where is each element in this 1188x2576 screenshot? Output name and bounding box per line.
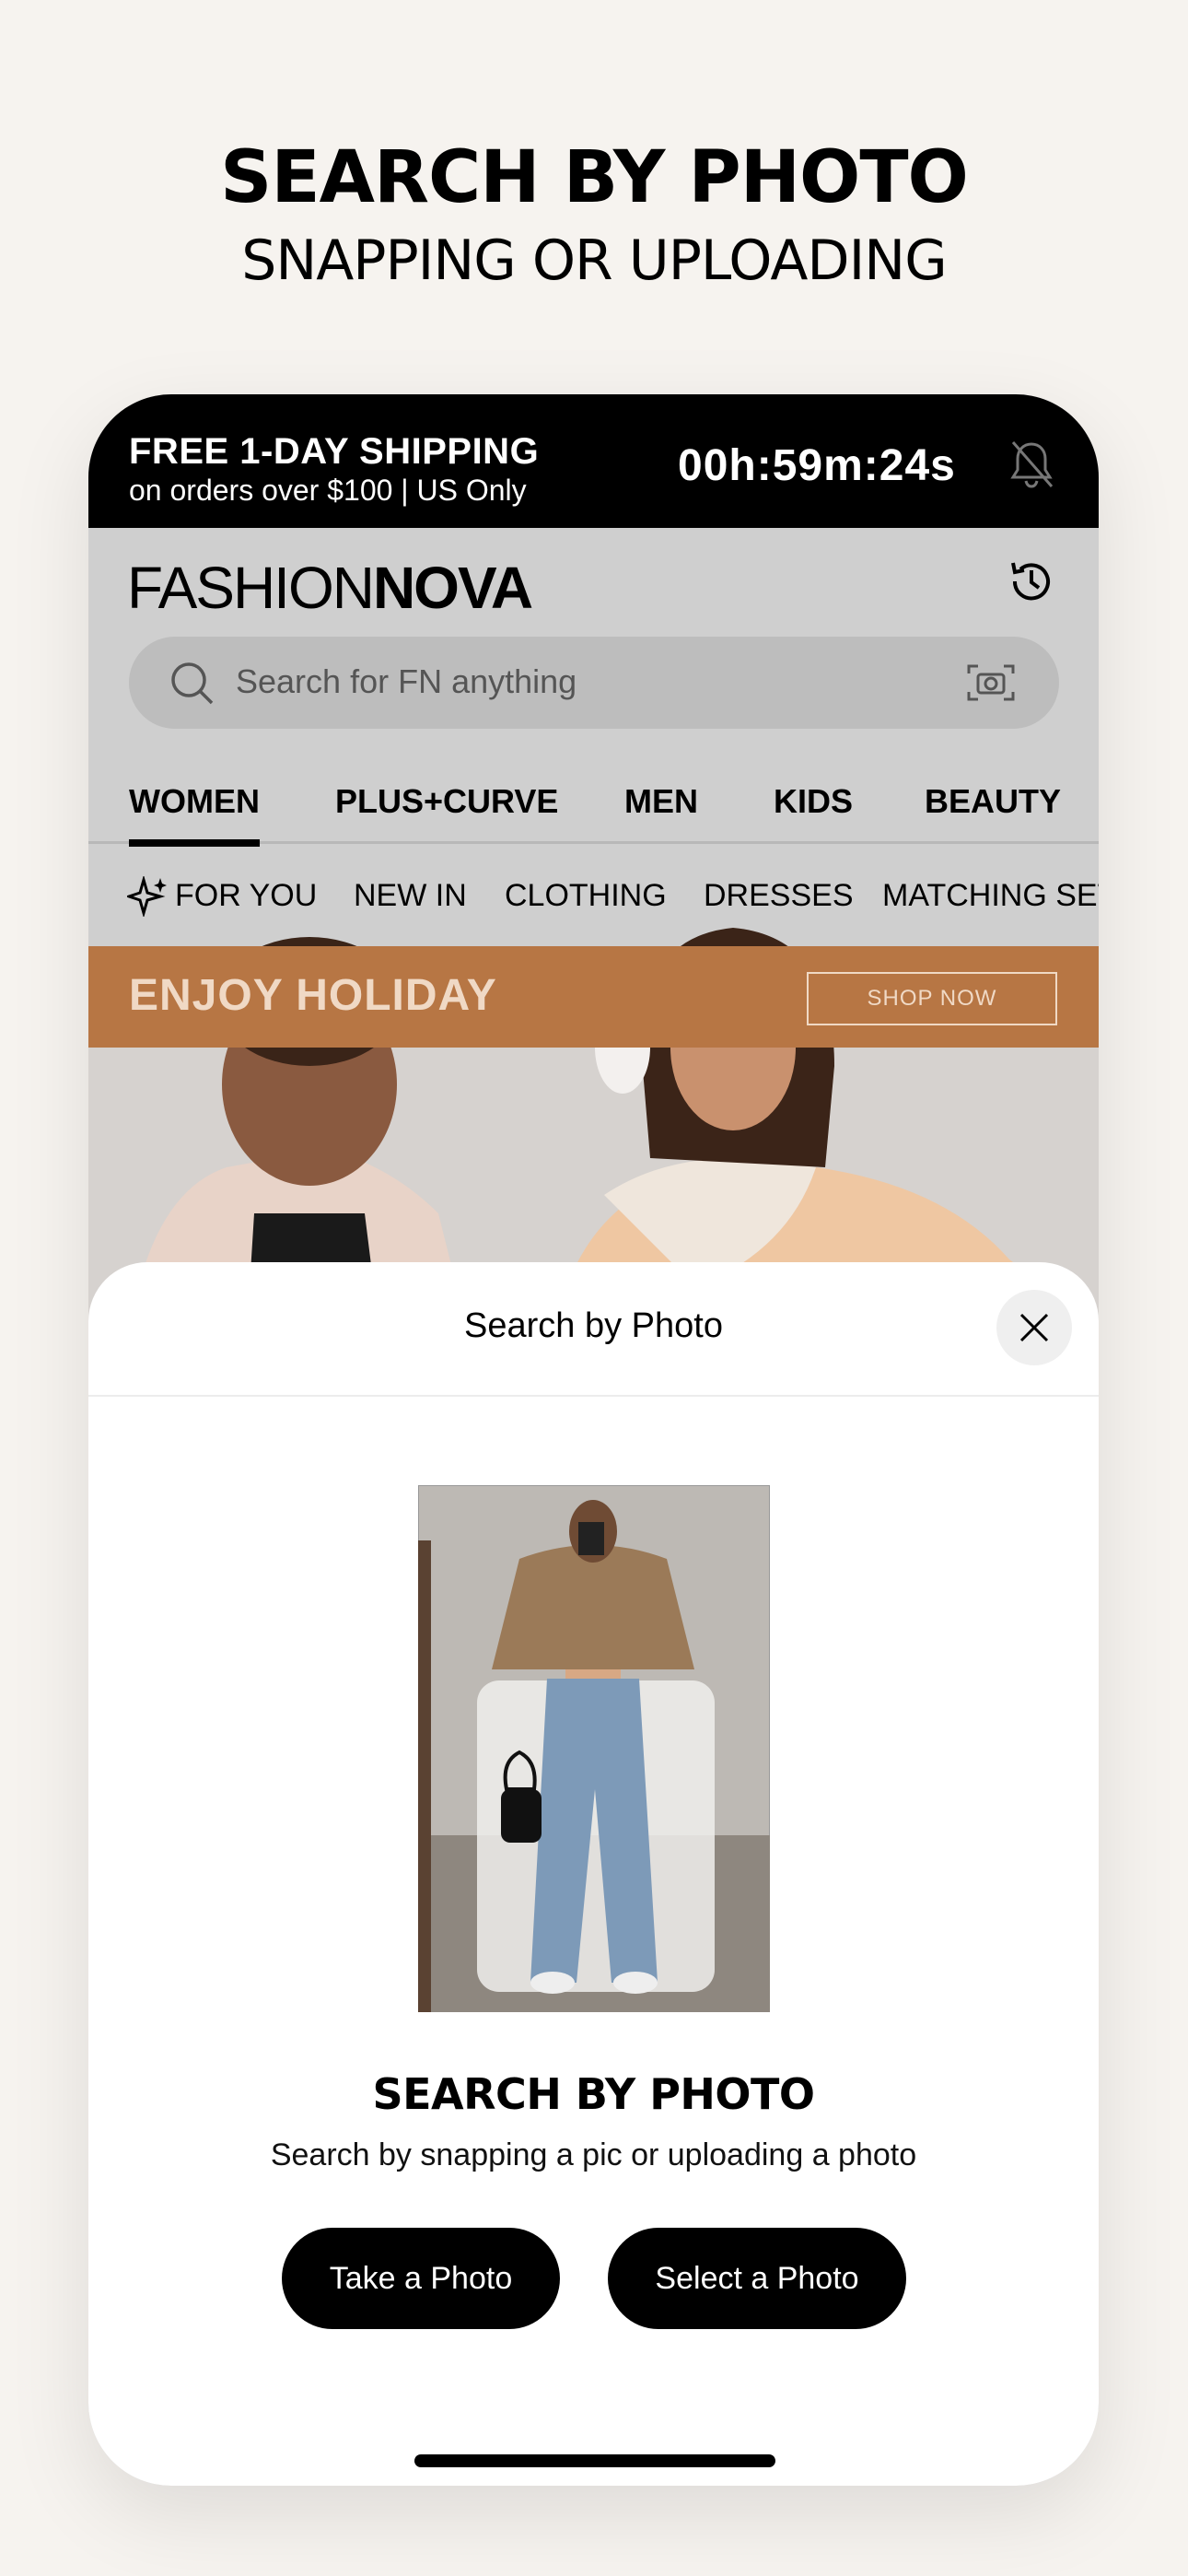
promo-subtitle: on orders over $100 | US Only [129, 474, 527, 507]
subnav-clothing[interactable]: CLOTHING [505, 878, 667, 914]
app-header: FASHIONNOVA Search for FN anything WOMEN… [88, 528, 1099, 1361]
subnav-new-in[interactable]: NEW IN [354, 878, 467, 914]
promo-bar[interactable]: FREE 1-DAY SHIPPING on orders over $100 … [88, 394, 1099, 528]
history-icon[interactable] [1006, 556, 1057, 607]
phone-frame: FREE 1-DAY SHIPPING on orders over $100 … [88, 394, 1099, 2486]
countdown-timer: 00h:59m:24s [678, 441, 956, 490]
close-button[interactable] [996, 1290, 1072, 1365]
home-indicator[interactable] [414, 2454, 775, 2467]
sample-photo-image [418, 1485, 770, 2012]
logo-bold: NOVA [372, 555, 533, 621]
search-icon [171, 662, 214, 705]
tab-beauty[interactable]: BEAUTY [925, 782, 1061, 821]
tab-plus-curve[interactable]: PLUS+CURVE [335, 782, 558, 821]
select-photo-button[interactable]: Select a Photo [608, 2228, 906, 2329]
logo-thin: FASHION [127, 555, 375, 621]
search-bar[interactable]: Search for FN anything [129, 637, 1059, 729]
fashion-nova-logo[interactable]: FASHIONNOVA [127, 554, 533, 622]
subnav-dresses[interactable]: DRESSES [704, 878, 854, 914]
sheet-title: Search by Photo [464, 1306, 723, 1345]
sheet-divider [88, 1395, 1099, 1397]
hero-title: SEARCH BY PHOTO [220, 136, 969, 219]
promo-title: FREE 1-DAY SHIPPING [129, 431, 540, 472]
bell-off-icon[interactable] [1007, 439, 1055, 490]
promo-banner[interactable]: ENJOY HOLIDAY SHOP NOW [88, 946, 1099, 1048]
tab-kids[interactable]: KIDS [774, 782, 853, 821]
tab-women[interactable]: WOMEN [129, 782, 260, 847]
search-input[interactable]: Search for FN anything [236, 662, 577, 701]
sub-navigation: FOR YOU NEW IN CLOTHING DRESSES MATCHING… [88, 860, 1099, 933]
shop-now-button[interactable]: SHOP NOW [807, 972, 1057, 1025]
take-photo-button[interactable]: Take a Photo [282, 2228, 560, 2329]
hero-subtitle: SNAPPING OR UPLOADING [241, 228, 947, 293]
sparkle-icon [127, 876, 167, 917]
category-tabs: WOMEN PLUS+CURVE MEN KIDS BEAUTY [88, 766, 1099, 847]
subnav-for-you[interactable]: FOR YOU [175, 878, 317, 914]
banner-text: ENJOY HOLIDAY [129, 971, 497, 1020]
search-by-photo-sheet: Search by Photo SEARCH BY PHOTO Search b… [88, 1262, 1099, 2486]
sheet-heading: SEARCH BY PHOTO [372, 2069, 815, 2119]
close-icon [1019, 1313, 1049, 1342]
sheet-description: Search by snapping a pic or uploading a … [270, 2137, 917, 2172]
camera-icon[interactable] [965, 661, 1017, 705]
tab-men[interactable]: MEN [624, 782, 698, 821]
subnav-matching-sets[interactable]: MATCHING SETS [882, 878, 1099, 914]
